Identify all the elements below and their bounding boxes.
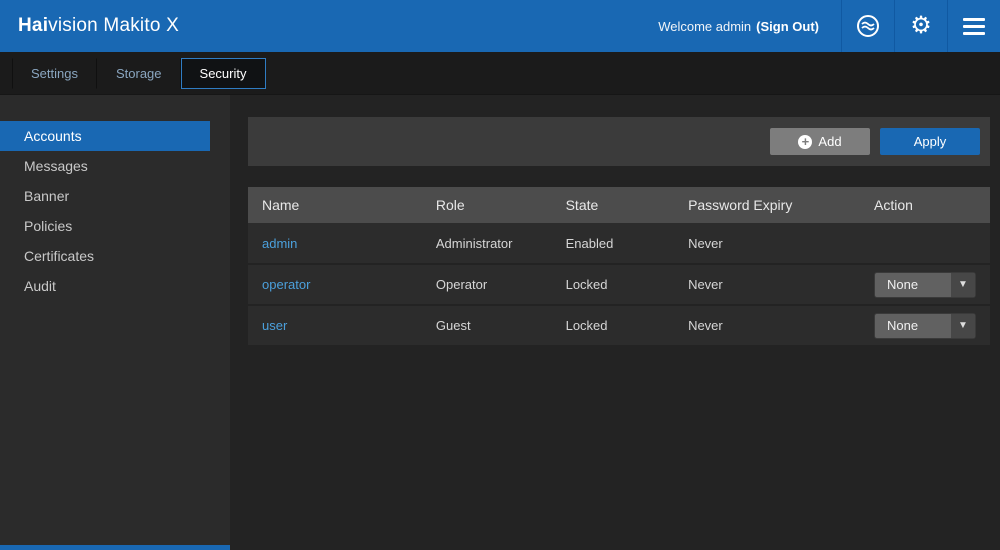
password-expiry-cell: Never — [674, 264, 860, 305]
sidebar-item-banner[interactable]: Banner — [0, 181, 210, 211]
password-expiry-cell: Never — [674, 223, 860, 264]
sidebar-item-accounts[interactable]: Accounts — [0, 121, 210, 151]
accounts-table: Name Role State Password Expiry Action a… — [248, 187, 990, 347]
state-cell: Enabled — [552, 223, 674, 264]
header-right-group: Welcome admin (Sign Out) ⚙ — [658, 0, 1000, 52]
main-area: Accounts Messages Banner Policies Certif… — [0, 95, 1000, 550]
settings-gear-icon[interactable]: ⚙ — [895, 0, 947, 52]
action-cell: None ▼ — [860, 264, 990, 305]
action-dropdown[interactable]: None ▼ — [874, 272, 976, 298]
chevron-down-icon: ▼ — [951, 273, 975, 297]
table-row: admin Administrator Enabled Never — [248, 223, 990, 264]
sidebar-bottom-accent — [0, 545, 230, 550]
action-dropdown-value: None — [875, 314, 951, 338]
table-header-row: Name Role State Password Expiry Action — [248, 187, 990, 223]
wave-circle-glyph — [856, 14, 880, 38]
column-header-password-expiry: Password Expiry — [674, 187, 860, 223]
account-link-user[interactable]: user — [262, 318, 287, 333]
accounts-toolbar: + Add Apply — [248, 117, 990, 166]
state-cell: Locked — [552, 264, 674, 305]
role-cell: Operator — [422, 264, 552, 305]
haivision-wave-icon[interactable] — [842, 0, 894, 52]
plus-icon: + — [798, 135, 812, 149]
welcome-text: Welcome admin — [658, 19, 751, 34]
column-header-state: State — [552, 187, 674, 223]
tab-settings[interactable]: Settings — [12, 58, 97, 89]
password-expiry-cell: Never — [674, 305, 860, 346]
hamburger-glyph — [963, 18, 985, 35]
brand-logo-bold: Hai — [18, 15, 48, 36]
tab-security[interactable]: Security — [181, 58, 266, 89]
account-link-operator[interactable]: operator — [262, 277, 310, 292]
action-dropdown-value: None — [875, 273, 951, 297]
state-cell: Locked — [552, 305, 674, 346]
top-header: Haivision Makito X Welcome admin (Sign O… — [0, 0, 1000, 52]
chevron-down-icon: ▼ — [951, 314, 975, 338]
role-cell: Administrator — [422, 223, 552, 264]
table-row: operator Operator Locked Never None ▼ — [248, 264, 990, 305]
app-root: Haivision Makito X Welcome admin (Sign O… — [0, 0, 1000, 550]
column-header-action: Action — [860, 187, 990, 223]
brand-logo: Haivision Makito X — [18, 15, 179, 37]
accounts-content: + Add Apply Name Role State Password Exp… — [230, 95, 1000, 550]
tab-storage[interactable]: Storage — [97, 58, 181, 89]
sidebar-item-messages[interactable]: Messages — [0, 151, 210, 181]
table-row: user Guest Locked Never None ▼ — [248, 305, 990, 346]
menu-hamburger-icon[interactable] — [948, 0, 1000, 52]
column-header-role: Role — [422, 187, 552, 223]
add-account-button[interactable]: + Add — [770, 128, 870, 155]
sidebar-item-policies[interactable]: Policies — [0, 211, 210, 241]
gear-glyph: ⚙ — [910, 14, 932, 38]
sidebar-item-certificates[interactable]: Certificates — [0, 241, 210, 271]
sign-out-link[interactable]: (Sign Out) — [756, 19, 819, 34]
sidebar-item-audit[interactable]: Audit — [0, 271, 210, 301]
security-sidebar: Accounts Messages Banner Policies Certif… — [0, 95, 230, 550]
add-button-label: Add — [818, 134, 841, 149]
account-link-admin[interactable]: admin — [262, 236, 297, 251]
brand-logo-rest: vision Makito X — [48, 15, 179, 36]
primary-tabbar: Settings Storage Security — [0, 52, 1000, 95]
action-cell: None ▼ — [860, 305, 990, 346]
role-cell: Guest — [422, 305, 552, 346]
action-cell — [860, 223, 990, 264]
action-dropdown[interactable]: None ▼ — [874, 313, 976, 339]
apply-button[interactable]: Apply — [880, 128, 980, 155]
column-header-name: Name — [248, 187, 422, 223]
